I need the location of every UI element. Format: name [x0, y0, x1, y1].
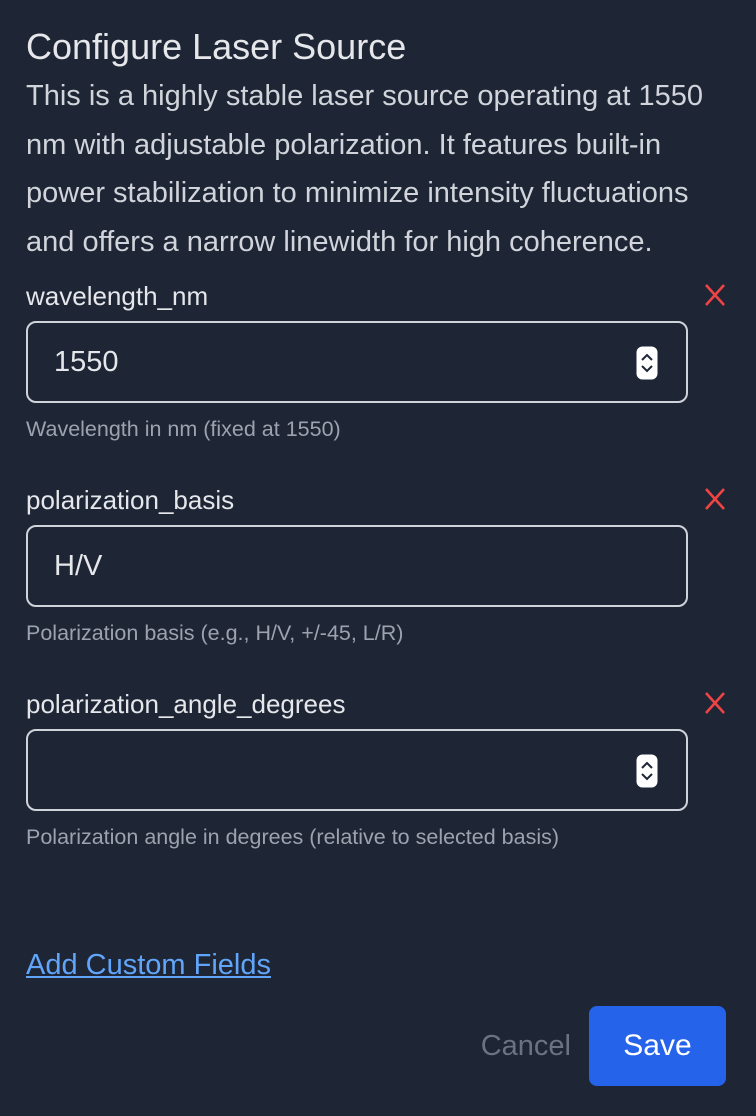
- number-spinner-icon[interactable]: [636, 754, 658, 788]
- field-label: polarization_basis: [26, 485, 235, 515]
- field-help-text: Wavelength in nm (fixed at 1550): [26, 417, 341, 441]
- field-label: polarization_angle_degrees: [26, 689, 346, 719]
- field-label-row: polarization_basis: [26, 483, 730, 523]
- polarization-basis-input[interactable]: [28, 527, 628, 605]
- field-help-text: Polarization angle in degrees (relative …: [26, 825, 560, 849]
- field-label-row: wavelength_nm: [26, 279, 730, 319]
- polarization-angle-degrees-input[interactable]: [28, 731, 628, 809]
- wavelength-nm-input[interactable]: [28, 323, 628, 401]
- remove-field-button[interactable]: [703, 689, 727, 717]
- dialog-description: This is a highly stable laser source ope…: [26, 80, 704, 258]
- field-polarization-angle-degrees: polarization_angle_degrees Polarization …: [26, 687, 730, 851]
- input-box: [26, 525, 688, 607]
- save-button[interactable]: Save: [589, 1006, 726, 1086]
- add-custom-fields-link[interactable]: Add Custom Fields: [26, 946, 271, 984]
- field-help-text: Polarization basis (e.g., H/V, +/-45, L/…: [26, 621, 404, 645]
- close-icon: [705, 488, 725, 510]
- close-icon: [705, 284, 725, 306]
- dialog-actions: Cancel Save: [481, 1006, 726, 1086]
- field-label: wavelength_nm: [26, 281, 209, 311]
- remove-field-button[interactable]: [703, 281, 727, 309]
- configure-dialog: Configure Laser Source This is a highly …: [0, 0, 756, 1116]
- input-box: [26, 729, 688, 811]
- number-spinner-icon[interactable]: [636, 346, 658, 380]
- input-box: [26, 321, 688, 403]
- close-icon: [705, 692, 725, 714]
- dialog-title: Configure Laser Source: [26, 26, 407, 67]
- remove-field-button[interactable]: [703, 485, 727, 513]
- field-polarization-basis: polarization_basis Polarization basis (e…: [26, 483, 730, 647]
- field-label-row: polarization_angle_degrees: [26, 687, 730, 727]
- field-wavelength-nm: wavelength_nm Wavelength in nm (fixed at…: [26, 279, 730, 443]
- cancel-button[interactable]: Cancel: [481, 1030, 571, 1063]
